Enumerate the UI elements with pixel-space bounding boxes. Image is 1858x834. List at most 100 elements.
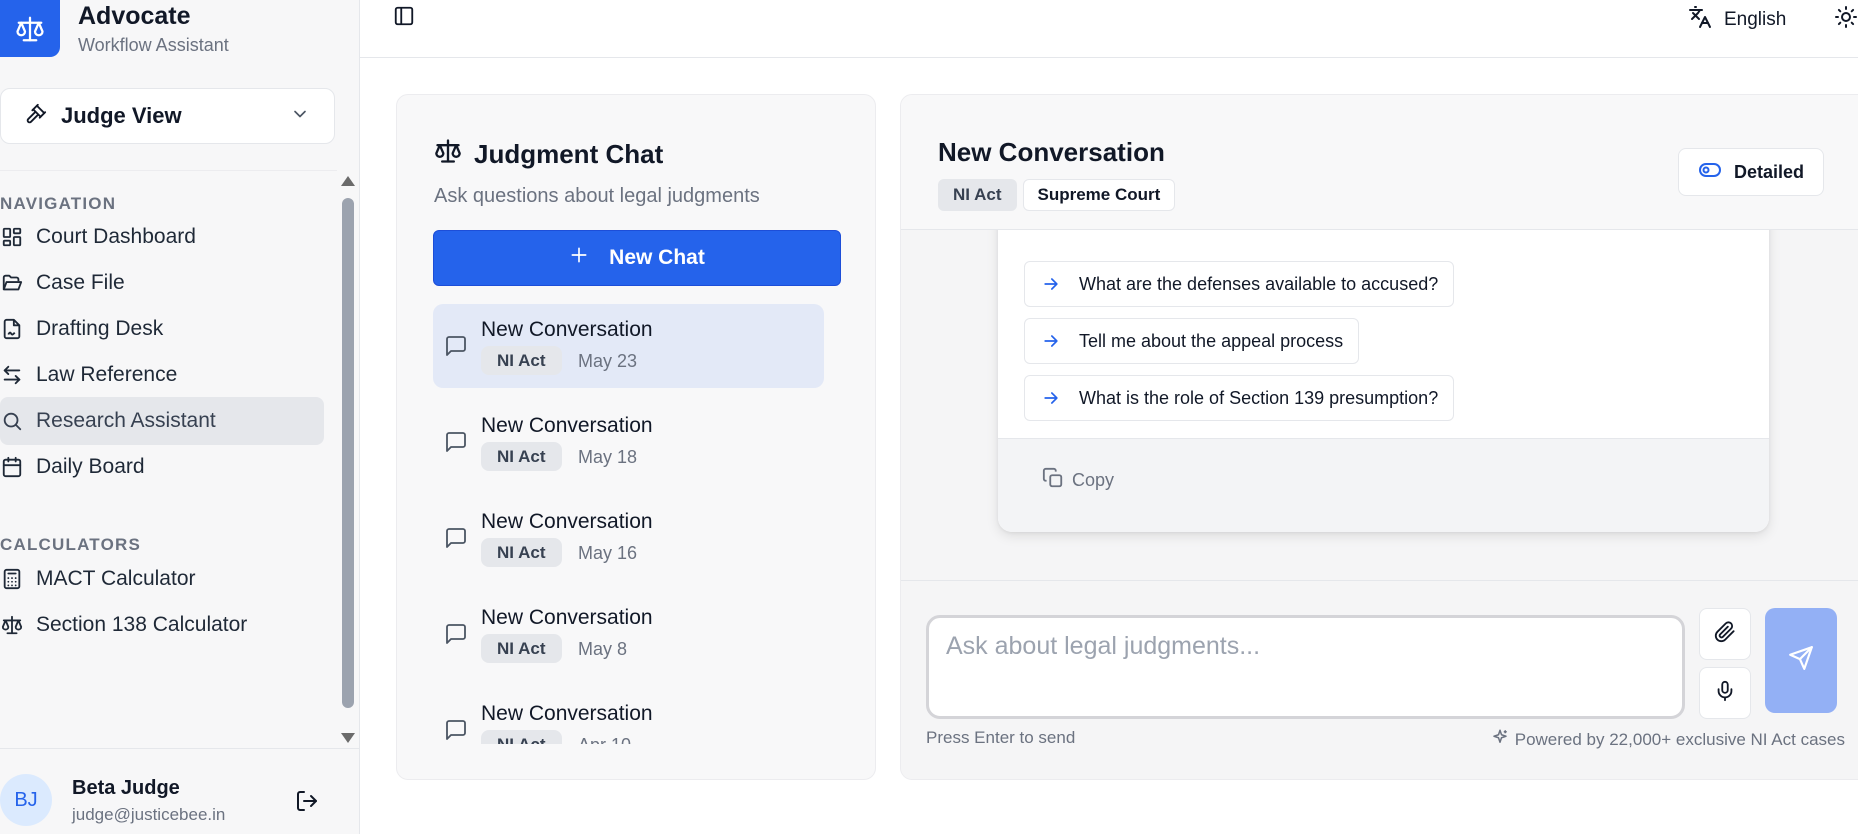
send-button[interactable] <box>1765 608 1837 713</box>
nav-item-section-138-calculator[interactable]: Section 138 Calculator <box>0 601 324 649</box>
chat-header: New Conversation NI Act Supreme Court De… <box>901 95 1858 230</box>
user-email: judge@justicebee.in <box>72 805 226 824</box>
copy-button[interactable]: Copy <box>1042 467 1114 494</box>
scale-logo-icon <box>0 0 60 57</box>
copy-label: Copy <box>1072 470 1115 490</box>
conversation-tag: NI Act <box>481 538 562 567</box>
attach-button[interactable] <box>1699 608 1751 660</box>
paperclip-icon <box>1714 620 1736 648</box>
nav-item-label: Case File <box>36 271 125 294</box>
plus-icon <box>569 245 589 271</box>
powered-by-text: Powered by 22,000+ exclusive NI Act case… <box>1514 729 1845 749</box>
suggested-question-text: What is the role of Section 139 presumpt… <box>1079 387 1439 408</box>
suggested-question-text: What are the defenses available to accus… <box>1079 273 1439 294</box>
scale-icon <box>0 613 24 637</box>
detailed-label: Detailed <box>1733 161 1805 182</box>
brand-title: Advocate <box>78 2 191 30</box>
conversation-item[interactable]: New Conversation NI Act May 16 <box>433 496 824 580</box>
message-area[interactable]: What are the defenses available to accus… <box>901 230 1858 580</box>
conversation-tag: NI Act <box>481 346 562 375</box>
conversation-tag: NI Act <box>481 730 562 744</box>
nav-item-court-dashboard[interactable]: Court Dashboard <box>0 213 324 261</box>
conversation-title: New Conversation <box>481 606 653 629</box>
toggle-icon <box>1698 158 1722 187</box>
scroll-down-arrow[interactable] <box>341 733 355 743</box>
chat-title: New Conversation <box>938 137 1165 167</box>
avatar[interactable]: BJ <box>0 774 52 826</box>
sidebar-nav: NAVIGATION Court Dashboard Case File Dra… <box>0 170 337 745</box>
conversation-item[interactable]: New Conversation NI Act Apr 10 <box>433 688 824 744</box>
new-chat-button[interactable]: New Chat <box>433 230 841 286</box>
language-selector[interactable]: English <box>1688 5 1786 35</box>
nav-item-label: Court Dashboard <box>36 225 196 248</box>
folder-open-icon <box>0 271 24 295</box>
scroll-up-arrow[interactable] <box>341 176 355 186</box>
powered-by-note: Powered by 22,000+ exclusive NI Act case… <box>1491 728 1845 751</box>
conversation-date: May 16 <box>578 543 638 563</box>
send-hint: Press Enter to send <box>926 728 1076 747</box>
chat-tag-act: NI Act <box>938 179 1017 211</box>
view-selector[interactable]: Judge View <box>0 88 335 144</box>
logout-icon[interactable] <box>295 789 319 818</box>
suggested-question-text: Tell me about the appeal process <box>1079 330 1344 351</box>
conversation-item[interactable]: New Conversation NI Act May 23 <box>433 304 824 388</box>
sidebar-toggle-icon[interactable] <box>393 5 415 32</box>
user-name: Beta Judge <box>72 777 180 799</box>
nav-item-label: Section 138 Calculator <box>36 613 248 636</box>
conversation-date: May 8 <box>578 639 628 659</box>
conversation-item[interactable]: New Conversation NI Act May 18 <box>433 400 824 484</box>
sun-icon[interactable] <box>1834 5 1858 34</box>
message-square-icon <box>444 622 468 651</box>
conversation-tag: NI Act <box>481 442 562 471</box>
nav-item-label: Law Reference <box>36 363 178 386</box>
conversation-date: May 18 <box>578 447 638 467</box>
nav-item-mact-calculator[interactable]: MACT Calculator <box>0 555 324 603</box>
arrow-right-icon <box>1041 274 1061 294</box>
calculator-icon <box>0 567 24 591</box>
nav-item-drafting-desk[interactable]: Drafting Desk <box>0 305 324 353</box>
chat-list-title: Judgment Chat <box>434 137 663 172</box>
arrows-swap-icon <box>0 363 24 387</box>
dashboard-icon <box>0 225 24 249</box>
chat-tags: NI Act Supreme Court <box>938 179 1176 211</box>
message-actions: Copy <box>998 438 1769 532</box>
language-label: English <box>1724 9 1787 30</box>
chat-input[interactable] <box>926 615 1685 719</box>
message-square-icon <box>444 334 468 363</box>
suggested-question[interactable]: What is the role of Section 139 presumpt… <box>1024 375 1455 421</box>
microphone-button[interactable] <box>1699 667 1751 719</box>
conversation-item[interactable]: New Conversation NI Act May 8 <box>433 592 824 676</box>
navigation-section-label: NAVIGATION <box>0 194 117 213</box>
copy-icon <box>1042 467 1064 494</box>
view-selector-label: Judge View <box>61 103 182 128</box>
nav-item-research-assistant[interactable]: Research Assistant <box>0 397 324 445</box>
detailed-toggle-button[interactable]: Detailed <box>1678 148 1824 196</box>
nav-item-label: MACT Calculator <box>36 567 196 590</box>
app-root: Advocate Workflow Assistant Judge View N… <box>0 0 1858 834</box>
nav-item-law-reference[interactable]: Law Reference <box>0 351 324 399</box>
chevron-down-icon <box>290 104 310 129</box>
conversation-title: New Conversation <box>481 702 653 725</box>
sparkles-icon <box>1491 728 1509 751</box>
search-icon <box>0 409 24 433</box>
sidebar-scrollbar[interactable] <box>337 170 357 745</box>
scroll-thumb[interactable] <box>342 198 354 708</box>
conversation-title: New Conversation <box>481 318 653 341</box>
sidebar: Advocate Workflow Assistant Judge View N… <box>0 0 360 834</box>
nav-item-label: Drafting Desk <box>36 317 164 340</box>
suggested-question[interactable]: What are the defenses available to accus… <box>1024 261 1455 307</box>
microphone-icon <box>1714 680 1736 707</box>
gavel-icon <box>25 103 47 130</box>
suggested-question[interactable]: Tell me about the appeal process <box>1024 318 1360 364</box>
translate-icon <box>1688 5 1712 35</box>
chat-tag-court: Supreme Court <box>1022 179 1176 211</box>
conversation-title: New Conversation <box>481 414 653 437</box>
calculators-section-label: CALCULATORS <box>0 535 142 554</box>
file-signature-icon <box>0 317 24 341</box>
nav-item-case-file[interactable]: Case File <box>0 259 324 307</box>
nav-item-daily-board[interactable]: Daily Board <box>0 443 324 491</box>
chat-list-panel: Judgment Chat Ask questions about legal … <box>396 94 876 780</box>
arrow-right-icon <box>1041 388 1061 408</box>
user-profile: BJ Beta Judge judge@justicebee.in <box>0 748 360 834</box>
conversation-date: Apr 10 <box>578 735 631 744</box>
